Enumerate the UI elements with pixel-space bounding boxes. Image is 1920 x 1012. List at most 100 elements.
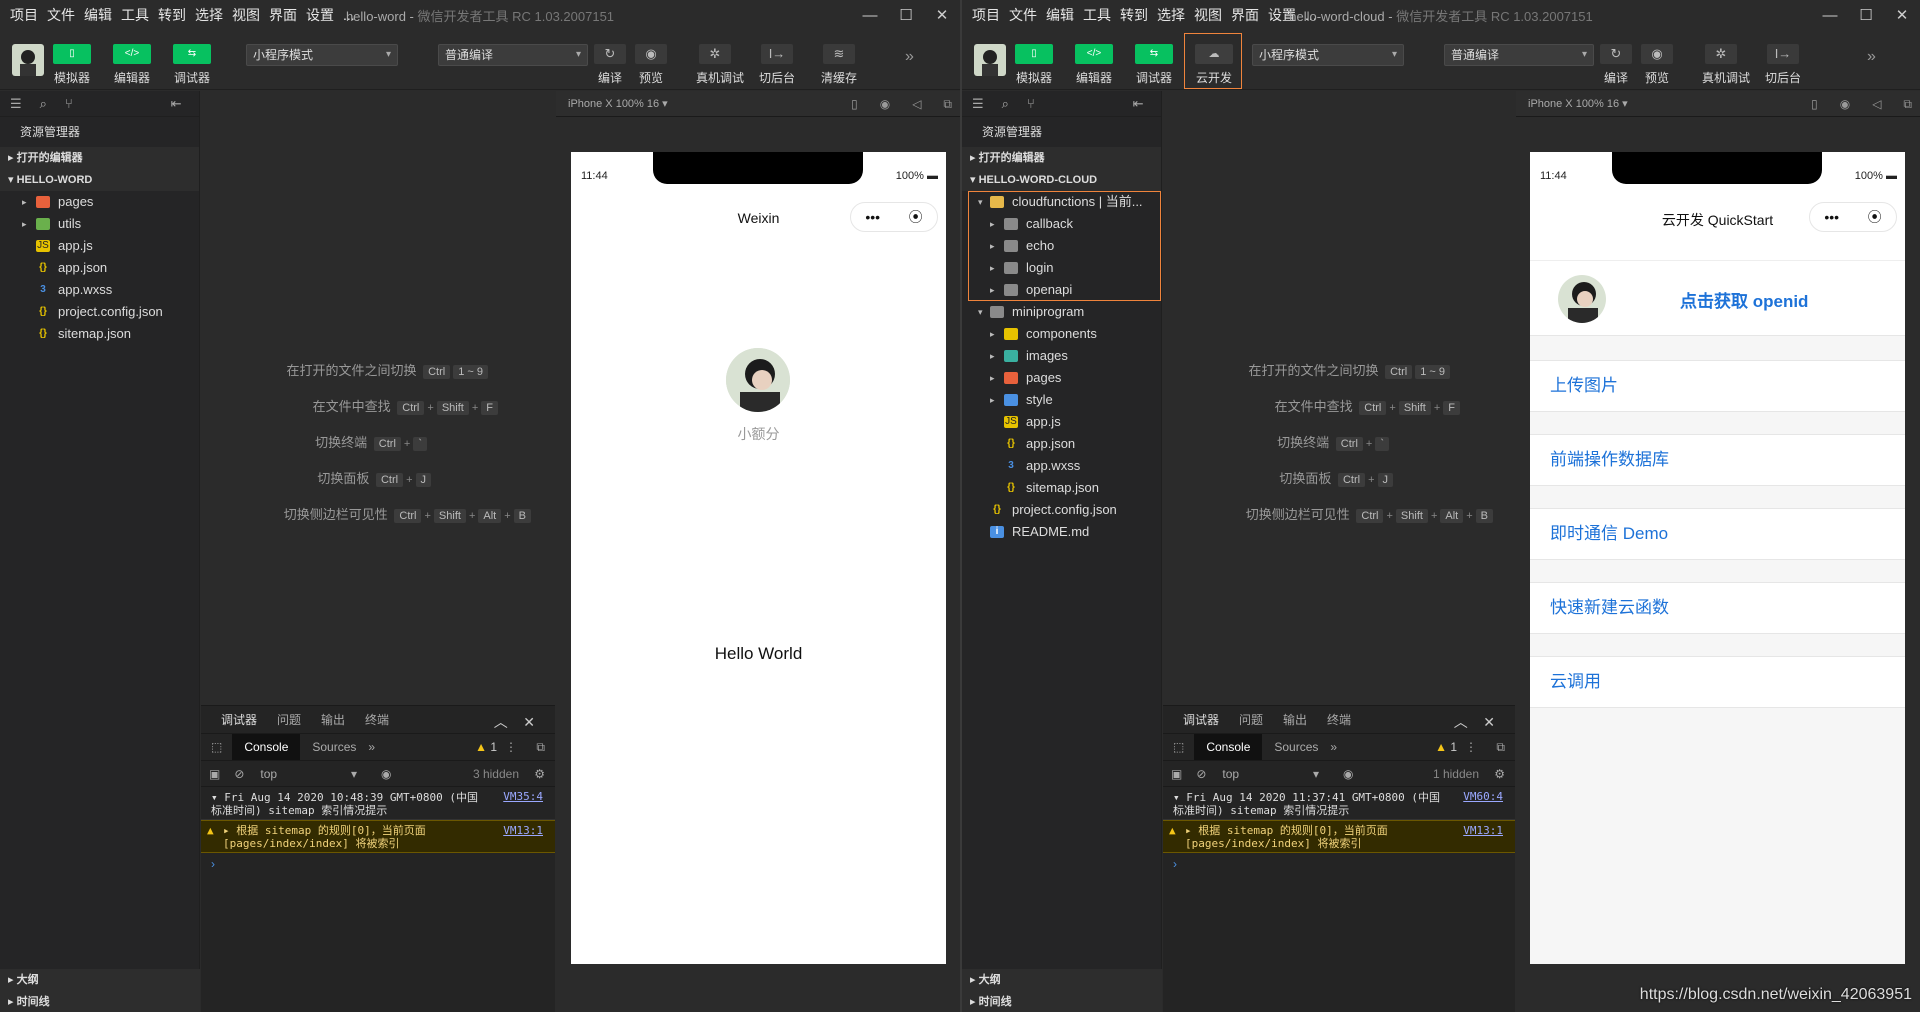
tree-item-app-wxss[interactable]: 3 app.wxss	[962, 455, 1161, 477]
editor-button[interactable]: </> 编辑器	[1072, 44, 1116, 86]
close-panel-icon[interactable]: ✕	[523, 714, 535, 730]
upload-image-item[interactable]: 上传图片	[1530, 360, 1905, 412]
more-tools-icon[interactable]: »	[1867, 48, 1876, 66]
chevron-up-icon[interactable]: ︿	[1454, 714, 1468, 730]
timeline-section[interactable]: ▸ 时间线	[0, 991, 200, 1012]
database-item[interactable]: 前端操作数据库	[1530, 434, 1905, 486]
menu-select[interactable]: 选择	[195, 5, 223, 25]
cloud-call-item[interactable]: 云调用	[1530, 656, 1905, 708]
more-tabs-icon[interactable]: »	[1330, 740, 1337, 754]
preview-button[interactable]: ◉ 预览	[632, 44, 670, 86]
list-icon[interactable]: ☰	[972, 96, 984, 112]
inspect-icon[interactable]: ⬚	[1163, 740, 1194, 754]
tree-item-components[interactable]: ▸ components	[962, 323, 1161, 345]
menu-select[interactable]: 选择	[1157, 5, 1185, 25]
tab-terminal[interactable]: 终端	[1327, 711, 1351, 728]
device-select[interactable]: iPhone X 100% 16 ▾	[1516, 98, 1628, 110]
open-editors-section[interactable]: ▸ 打开的编辑器	[962, 147, 1161, 169]
timeline-section[interactable]: ▸ 时间线	[962, 991, 1162, 1012]
source-link[interactable]: VM35:4	[503, 790, 543, 803]
kebab-icon[interactable]: ⋮	[505, 740, 517, 754]
chevron-up-icon[interactable]: ︿	[494, 714, 508, 730]
open-editors-section[interactable]: ▸ 打开的编辑器	[0, 147, 199, 169]
preview-button[interactable]: ◉ 预览	[1638, 44, 1676, 86]
live-expression-icon[interactable]: ◉	[1343, 767, 1353, 781]
search-icon[interactable]: ⌕	[40, 96, 47, 112]
clear-console-icon[interactable]: ⊘	[228, 767, 250, 781]
tree-item-images[interactable]: ▸ images	[962, 345, 1161, 367]
dock-icon[interactable]: ⧉	[536, 740, 545, 755]
popout-icon[interactable]: ⧉	[943, 91, 952, 117]
source-link[interactable]: VM60:4	[1463, 790, 1503, 803]
simulator-button[interactable]: ▯ 模拟器	[50, 44, 94, 86]
phone-icon[interactable]: ▯	[1811, 91, 1818, 117]
menu-settings[interactable]: 设置	[306, 5, 334, 25]
more-tabs-icon[interactable]: »	[368, 740, 375, 754]
tree-item-style[interactable]: ▸ style	[962, 389, 1161, 411]
menu-project[interactable]: 项目	[972, 5, 1000, 25]
get-openid-button[interactable]: 点击获取 openid	[1680, 287, 1808, 312]
sidebar-toggle-icon[interactable]: ▣	[1163, 767, 1190, 781]
record-icon[interactable]: ◉	[1840, 91, 1850, 117]
capsule-menu[interactable]: ••• ⦿	[1809, 202, 1897, 232]
minimize-icon[interactable]: —	[852, 0, 888, 30]
search-icon[interactable]: ⌕	[1002, 96, 1009, 112]
tab-output[interactable]: 输出	[1283, 711, 1307, 728]
more-tools-icon[interactable]: »	[905, 48, 914, 66]
project-section[interactable]: ▾ HELLO-WORD-CLOUD	[962, 169, 1161, 191]
kebab-icon[interactable]: ⋮	[1465, 740, 1477, 754]
background-button[interactable]: I→ 切后台	[1764, 44, 1802, 86]
dock-icon[interactable]: ⧉	[1496, 740, 1505, 755]
minimize-icon[interactable]: —	[1812, 0, 1848, 30]
tab-terminal[interactable]: 终端	[365, 711, 389, 728]
tab-debugger[interactable]: 调试器	[1183, 711, 1219, 728]
menu-tools[interactable]: 工具	[1083, 5, 1111, 25]
simulator-button[interactable]: ▯ 模拟器	[1012, 44, 1056, 86]
outline-section[interactable]: ▸ 大纲	[0, 969, 200, 991]
menu-view[interactable]: 视图	[232, 5, 260, 25]
debugger-button[interactable]: ⇆ 调试器	[170, 44, 214, 86]
mode-select[interactable]: 小程序模式	[246, 44, 398, 66]
tab-console[interactable]: Console	[1194, 734, 1263, 760]
menu-goto[interactable]: 转到	[158, 5, 186, 25]
menu-more[interactable]: ...	[343, 7, 355, 23]
menu-tools[interactable]: 工具	[121, 5, 149, 25]
menu-view[interactable]: 视图	[1194, 5, 1222, 25]
compile-button[interactable]: ↻ 编译	[1597, 44, 1635, 86]
mode-select[interactable]: 小程序模式	[1252, 44, 1404, 66]
debugger-button[interactable]: ⇆ 调试器	[1132, 44, 1176, 86]
tree-item-pages[interactable]: ▸ pages	[962, 367, 1161, 389]
menu-project[interactable]: 项目	[10, 5, 38, 25]
target-icon[interactable]: ⦿	[1868, 207, 1882, 227]
menu-edit[interactable]: 编辑	[84, 5, 112, 25]
close-icon[interactable]: ✕	[924, 0, 960, 30]
close-panel-icon[interactable]: ✕	[1483, 714, 1495, 730]
console-prompt[interactable]: ›	[201, 853, 555, 875]
capsule-menu[interactable]: ••• ⦿	[850, 202, 938, 232]
menu-interface[interactable]: 界面	[269, 5, 297, 25]
tree-item-project-config[interactable]: {} project.config.json	[0, 301, 199, 323]
live-expression-icon[interactable]: ◉	[381, 767, 391, 781]
tab-debugger[interactable]: 调试器	[221, 711, 257, 728]
menu-interface[interactable]: 界面	[1231, 5, 1259, 25]
context-dropdown-icon[interactable]: ▾	[1313, 767, 1319, 781]
compile-mode-select[interactable]: 普通编译	[1444, 44, 1594, 66]
tab-output[interactable]: 输出	[321, 711, 345, 728]
close-icon[interactable]: ✕	[1884, 0, 1920, 30]
branch-icon[interactable]: ⑂	[65, 96, 73, 111]
clear-cache-button[interactable]: ≋ 清缓存	[820, 44, 858, 86]
branch-icon[interactable]: ⑂	[1027, 96, 1035, 111]
settings-icon[interactable]: ⚙	[534, 767, 545, 781]
tree-item-utils[interactable]: ▸ utils	[0, 213, 199, 235]
settings-icon[interactable]: ⚙	[1494, 767, 1505, 781]
im-demo-item[interactable]: 即时通信 Demo	[1530, 508, 1905, 560]
volume-icon[interactable]: ◁	[912, 91, 921, 117]
record-icon[interactable]: ◉	[880, 91, 890, 117]
compile-mode-select[interactable]: 普通编译	[438, 44, 588, 66]
tree-item-app-js[interactable]: JS app.js	[962, 411, 1161, 433]
more-icon[interactable]: •••	[865, 209, 880, 225]
source-link[interactable]: VM13:1	[1463, 824, 1503, 837]
tree-item-app-js[interactable]: JS app.js	[0, 235, 199, 257]
menu-goto[interactable]: 转到	[1120, 5, 1148, 25]
maximize-icon[interactable]: ☐	[888, 0, 924, 30]
